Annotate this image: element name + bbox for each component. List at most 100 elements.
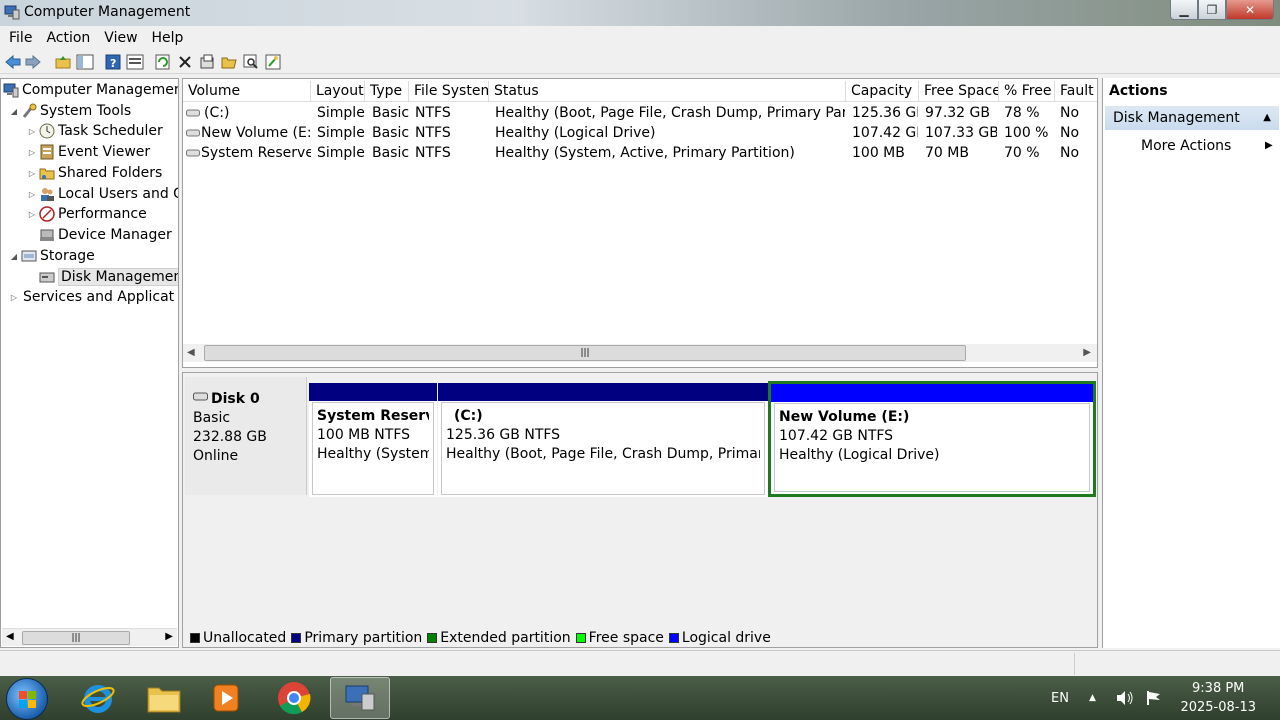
column-header-layout[interactable]: Layout — [311, 81, 365, 102]
menu-action[interactable]: Action — [39, 30, 97, 46]
tree-item-disk-management[interactable]: Disk Management — [39, 267, 178, 287]
expand-arrow-icon[interactable]: ▷ — [9, 293, 19, 302]
partition-system-reserved[interactable]: System Reserved 100 MB NTFS Healthy (Sys… — [309, 383, 437, 497]
column-header-status[interactable]: Status — [489, 81, 846, 102]
maximize-button[interactable]: ❐ — [1198, 0, 1226, 20]
tree-item-storage[interactable]: ◢ Storage — [9, 246, 95, 266]
language-indicator[interactable]: EN — [1051, 676, 1069, 720]
column-header-percent-free[interactable]: % Free — [999, 81, 1055, 102]
start-button[interactable] — [6, 678, 48, 720]
more-actions-link[interactable]: More Actions — [1141, 138, 1231, 154]
taskbar-chrome[interactable] — [264, 677, 324, 719]
partition-c-drive[interactable]: (C:) 125.36 GB NTFS Healthy (Boot, Page … — [438, 383, 768, 497]
column-header-capacity[interactable]: Capacity — [846, 81, 919, 102]
tree-item-local-users[interactable]: ▷ Local Users and Gr — [27, 184, 178, 204]
table-row[interactable]: (C:) Simple Basic NTFS Healthy (Boot, Pa… — [183, 103, 1097, 123]
collapse-up-icon[interactable]: ▲ — [1263, 112, 1271, 123]
collapse-arrow-icon[interactable]: ◢ — [9, 252, 19, 261]
close-button[interactable]: ✕ — [1226, 0, 1274, 20]
back-icon[interactable] — [4, 53, 22, 71]
tree-item-services-applications[interactable]: ▷ Services and Applicat — [9, 287, 174, 307]
volume-icon[interactable] — [1116, 676, 1134, 720]
collapse-arrow-icon[interactable]: ◢ — [9, 107, 19, 116]
clock[interactable]: 9:38 PM 2025-08-13 — [1180, 679, 1256, 717]
expand-arrow-icon[interactable]: ▷ — [27, 127, 37, 136]
layout-cell: Simple — [317, 145, 365, 161]
search-icon[interactable] — [242, 53, 260, 71]
partition-new-volume-e[interactable]: New Volume (E:) 107.42 GB NTFS Healthy (… — [768, 381, 1096, 497]
file-system-cell: NTFS — [415, 145, 451, 161]
tree-horizontal-scrollbar[interactable]: ◀ ||| ▶ — [2, 628, 177, 646]
scroll-left-icon[interactable]: ◀ — [187, 347, 195, 358]
minimize-button[interactable]: ▁ — [1170, 0, 1198, 20]
expand-arrow-icon[interactable]: ▷ — [27, 210, 37, 219]
menu-help[interactable]: Help — [145, 30, 191, 46]
up-folder-icon[interactable] — [54, 53, 72, 71]
action-center-flag-icon[interactable] — [1146, 676, 1162, 720]
list-horizontal-scrollbar[interactable]: ◀ ||| ▶ — [183, 344, 1097, 362]
expand-arrow-icon[interactable]: ▷ — [27, 169, 37, 178]
legend-swatch — [190, 633, 200, 643]
open-folder-icon[interactable] — [220, 53, 238, 71]
scroll-thumb[interactable]: ||| — [22, 631, 130, 645]
menu-file[interactable]: File — [2, 30, 39, 46]
tree-item-task-scheduler[interactable]: ▷ Task Scheduler — [27, 121, 163, 141]
capacity-cell: 100 MB — [852, 145, 905, 161]
tree-item-label: Performance — [58, 206, 147, 222]
scroll-right-icon[interactable]: ▶ — [165, 631, 173, 642]
internet-explorer-icon — [81, 685, 115, 713]
tree-item-label: Task Scheduler — [58, 123, 163, 139]
expand-arrow-icon[interactable]: ▷ — [27, 190, 37, 199]
scroll-left-icon[interactable]: ◀ — [6, 631, 14, 642]
scroll-thumb[interactable]: ||| — [204, 345, 966, 361]
column-header-type[interactable]: Type — [365, 81, 409, 102]
title-bar[interactable]: Computer Management ▁ ❐ ✕ — [0, 0, 1280, 26]
tree-item-performance[interactable]: ▷ Performance — [27, 204, 147, 224]
partition-status: Healthy (System, A — [317, 446, 429, 462]
legend-label: Extended partition — [440, 630, 571, 646]
show-hidden-icons-button[interactable]: ▲ — [1089, 676, 1096, 720]
tree-item-computer-management[interactable]: Computer Management — [3, 80, 178, 100]
tools-icon — [21, 103, 37, 119]
refresh-icon[interactable] — [154, 53, 172, 71]
table-row[interactable]: New Volume (E:) Simple Basic NTFS Health… — [183, 123, 1097, 143]
column-header-fault-tolerance[interactable]: Fault T — [1055, 81, 1097, 102]
show-hide-tree-icon[interactable] — [76, 53, 94, 71]
file-system-cell: NTFS — [415, 125, 451, 141]
tree-item-event-viewer[interactable]: ▷ Event Viewer — [27, 142, 150, 162]
scroll-right-icon[interactable]: ▶ — [1083, 347, 1091, 358]
forward-icon[interactable] — [24, 53, 42, 71]
help-icon[interactable]: ? — [104, 53, 122, 71]
taskbar-internet-explorer[interactable] — [68, 677, 128, 719]
column-header-free-space[interactable]: Free Space — [919, 81, 999, 102]
check-icon[interactable] — [198, 53, 216, 71]
delete-icon[interactable] — [176, 53, 194, 71]
column-header-file-system[interactable]: File System — [409, 81, 489, 102]
taskbar-computer-management[interactable] — [330, 677, 390, 719]
tree-item-system-tools[interactable]: ◢ System Tools — [9, 101, 131, 121]
performance-icon — [39, 206, 55, 222]
submenu-arrow-icon[interactable]: ▶ — [1265, 140, 1273, 151]
taskbar-file-explorer[interactable] — [134, 677, 194, 719]
capacity-cell: 107.42 GB — [852, 125, 918, 141]
legend-swatch — [427, 633, 438, 643]
tree-item-device-manager[interactable]: Device Manager — [39, 225, 172, 245]
tree-item-shared-folders[interactable]: ▷ Shared Folders — [27, 163, 162, 183]
fault-tolerance-cell: No — [1060, 105, 1080, 121]
table-row[interactable]: System Reserved Simple Basic NTFS Health… — [183, 143, 1097, 163]
percent-free-cell: 78 % — [1004, 105, 1040, 121]
properties-icon[interactable] — [126, 53, 144, 71]
volume-list-header: Volume Layout Type File System Status Ca… — [183, 81, 1097, 102]
partition-name: (C:) — [454, 408, 483, 424]
expand-arrow-icon[interactable]: ▷ — [27, 148, 37, 157]
column-header-volume[interactable]: Volume — [183, 81, 311, 102]
legend-item-logical-drive: Logical drive — [666, 630, 771, 646]
taskbar-media-player[interactable] — [196, 677, 256, 719]
disk-icon — [193, 391, 209, 406]
wizard-icon[interactable] — [264, 53, 282, 71]
users-icon — [39, 186, 55, 202]
tree-item-label: Services and Applicat — [23, 289, 175, 305]
menu-view[interactable]: View — [97, 30, 144, 46]
actions-section-disk-management[interactable]: Disk Management ▲ — [1105, 106, 1279, 130]
disk-info-panel[interactable]: Disk 0 Basic 232.88 GB Online — [185, 377, 307, 495]
